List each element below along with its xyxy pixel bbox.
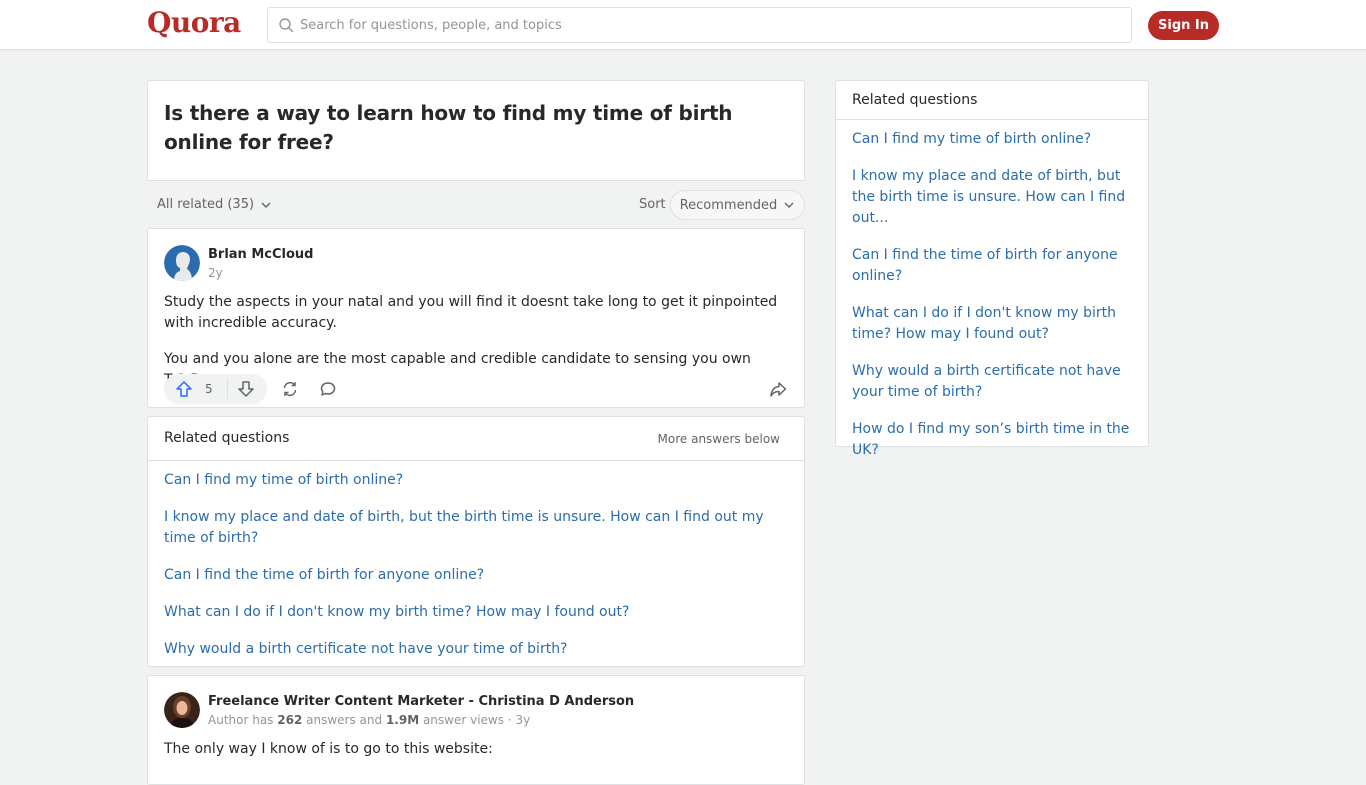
more-answers-below-label: More answers below <box>657 432 780 446</box>
views-count: 1.9M <box>385 713 420 727</box>
reshare-button[interactable] <box>279 378 301 400</box>
sort-dropdown[interactable]: Recommended <box>670 190 805 220</box>
quora-logo[interactable]: Quora <box>147 6 241 39</box>
sidebar-question-link[interactable]: Why would a birth certificate not have y… <box>852 361 1132 403</box>
top-navigation-bar: Quora Sign In <box>0 0 1366 50</box>
meta-text: answers and <box>302 713 386 727</box>
chevron-down-icon <box>261 202 271 208</box>
search-input[interactable] <box>300 17 1131 33</box>
upvote-count: 5 <box>205 382 213 396</box>
related-question-link[interactable]: Can I find my time of birth online? <box>164 470 788 491</box>
all-related-dropdown[interactable]: All related (35) <box>157 197 272 212</box>
answer-paragraph: Study the aspects in your natal and you … <box>164 294 778 331</box>
author-credentials: Author has 262 answers and 1.9M answer v… <box>208 713 530 727</box>
question-card: Is there a way to learn how to find my t… <box>147 80 805 181</box>
answer-card: Freelance Writer Content Marketer - Chri… <box>147 675 805 785</box>
sidebar-question-link[interactable]: What can I do if I don't know my birth t… <box>852 303 1132 345</box>
related-question-link[interactable]: Why would a birth certificate not have y… <box>164 639 788 660</box>
sidebar-question-link[interactable]: I know my place and date of birth, but t… <box>852 166 1132 229</box>
answer-body: The only way I know of is to go to this … <box>164 741 493 757</box>
comment-icon <box>320 382 336 396</box>
share-icon <box>770 382 787 397</box>
related-question-link[interactable]: What can I do if I don't know my birth t… <box>164 602 788 623</box>
related-questions-inline: Related questions More answers below Can… <box>147 416 805 667</box>
sidebar-header: Related questions <box>836 81 1148 120</box>
answer-card: Brlan McCloud 2y Study the aspects in yo… <box>147 228 805 408</box>
sidebar-question-link[interactable]: How do I find my son’s birth time in the… <box>852 419 1132 461</box>
reshare-icon <box>283 381 297 397</box>
author-name[interactable]: Brlan McCloud <box>208 247 313 262</box>
sidebar-question-link[interactable]: Can I find the time of birth for anyone … <box>852 245 1132 287</box>
default-avatar-icon <box>164 245 200 281</box>
search-icon <box>279 18 294 33</box>
all-related-label: All related (35) <box>157 197 255 212</box>
sidebar-question-link[interactable]: Can I find my time of birth online? <box>852 129 1132 150</box>
author-avatar[interactable] <box>164 245 200 281</box>
answers-count: 262 <box>277 713 303 727</box>
sidebar-question-list: Can I find my time of birth online? I kn… <box>836 120 1148 461</box>
related-question-link[interactable]: Can I find the time of birth for anyone … <box>164 565 788 586</box>
related-questions-title: Related questions <box>164 430 290 446</box>
sidebar-title: Related questions <box>852 92 978 108</box>
author-avatar[interactable] <box>164 692 200 728</box>
question-title: Is there a way to learn how to find my t… <box>164 101 733 154</box>
share-button[interactable] <box>767 378 789 400</box>
answer-timestamp[interactable]: 2y <box>208 266 223 280</box>
upvote-button[interactable]: 5 <box>164 379 228 399</box>
meta-text: Author has <box>208 713 278 727</box>
downvote-icon <box>238 381 254 397</box>
meta-text: answer views · 3y <box>419 713 531 727</box>
sign-in-button[interactable]: Sign In <box>1148 11 1219 40</box>
answer-filter-row: All related (35) Sort Recommended <box>147 190 805 220</box>
upvote-icon <box>176 381 192 397</box>
vote-controls: 5 <box>164 374 267 404</box>
related-questions-header: Related questions More answers below <box>148 417 804 461</box>
related-questions-list: Can I find my time of birth online? I kn… <box>148 461 804 660</box>
comment-button[interactable] <box>317 378 339 400</box>
answer-actions: 5 <box>164 374 790 404</box>
downvote-button[interactable] <box>228 380 255 398</box>
chevron-down-icon <box>784 202 794 208</box>
sort-label: Sort <box>639 197 666 212</box>
sort-value: Recommended <box>679 197 778 213</box>
author-name[interactable]: Freelance Writer Content Marketer - Chri… <box>208 694 634 709</box>
search-bar[interactable] <box>267 7 1132 43</box>
sidebar-related-questions: Related questions Can I find my time of … <box>835 80 1149 458</box>
related-question-link[interactable]: I know my place and date of birth, but t… <box>164 507 788 549</box>
author-photo-icon <box>164 692 200 728</box>
